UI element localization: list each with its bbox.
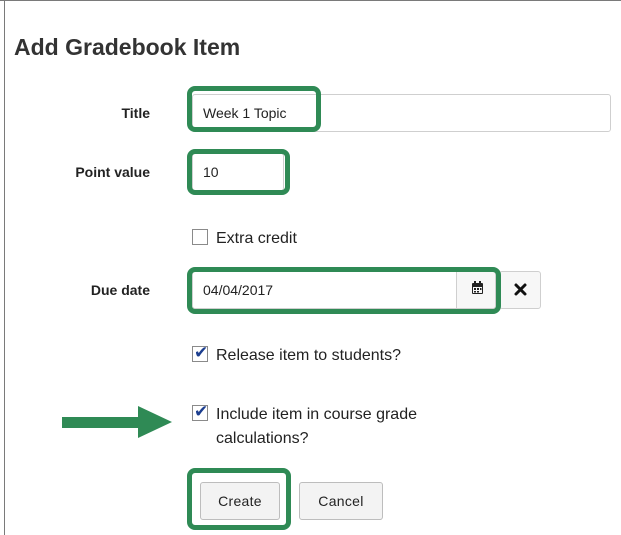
create-button[interactable]: Create	[200, 482, 280, 520]
window-top-border	[0, 0, 621, 1]
include-label-line1: Include item in course grade	[216, 406, 417, 423]
due-date-input-value: 04/04/2017	[203, 282, 274, 298]
page-title: Add Gradebook Item	[14, 34, 241, 60]
due-date-label: Due date	[90, 282, 150, 298]
include-label-line2: calculations?	[216, 430, 309, 447]
title-input-value: Week 1 Topic	[203, 105, 287, 121]
calendar-icon	[472, 281, 483, 294]
point-value-label: Point value	[75, 164, 150, 180]
point-value-input-value: 10	[203, 164, 219, 180]
title-label: Title	[121, 105, 150, 121]
arrow-icon	[62, 406, 172, 438]
due-date-input[interactable]: 04/04/2017	[192, 271, 456, 309]
window-left-border	[4, 0, 5, 535]
clear-date-icon	[514, 283, 527, 296]
point-value-input[interactable]: 10	[192, 153, 284, 191]
calendar-button[interactable]	[456, 271, 496, 309]
title-input[interactable]: Week 1 Topic	[192, 94, 611, 132]
release-checkbox[interactable]: ✔	[192, 343, 209, 362]
checkmark-icon: ✔	[194, 402, 209, 421]
extra-credit-checkbox[interactable]	[192, 229, 208, 245]
include-checkbox[interactable]: ✔	[192, 402, 209, 421]
release-label: Release item to students?	[216, 347, 401, 364]
clear-date-button[interactable]	[499, 271, 541, 309]
extra-credit-label: Extra credit	[216, 230, 297, 247]
checkmark-icon: ✔	[194, 343, 209, 362]
cancel-button[interactable]: Cancel	[299, 482, 383, 520]
